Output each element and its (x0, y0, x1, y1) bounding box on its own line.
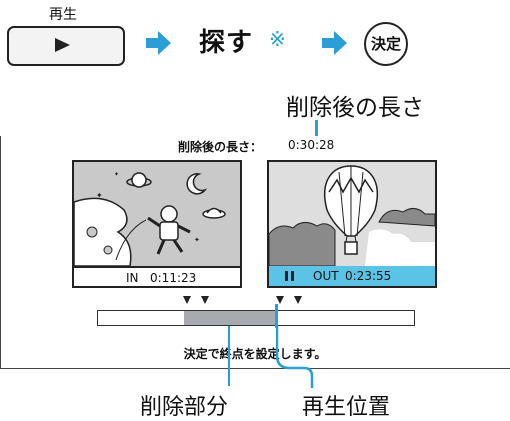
playhead[interactable] (275, 304, 278, 328)
space-scene-image: ✦ ✦ ✦ (74, 162, 240, 266)
deleted-segment (184, 311, 276, 325)
marker-icon (294, 296, 302, 304)
out-time-caption: OUT 0:23:55 (269, 266, 435, 286)
arrow-right-icon (146, 31, 171, 55)
svg-text:✦: ✦ (114, 171, 119, 178)
out-tag: OUT (313, 269, 339, 283)
in-point-frame: ✦ ✦ ✦ IN 0:11:23 (72, 160, 242, 288)
pause-icon-bar (291, 271, 294, 281)
panel-border (0, 136, 1, 368)
svg-text:✦: ✦ (194, 236, 200, 244)
callout-pointer (276, 326, 314, 388)
out-time: 0:23:55 (345, 269, 392, 283)
callout-pointer (315, 120, 318, 136)
callout-pointer (228, 326, 230, 386)
callout-deleted-part: 削除部分 (140, 395, 229, 420)
note-mark: ※ (269, 27, 286, 51)
play-icon (55, 38, 70, 52)
callout-play-position: 再生位置 (302, 395, 391, 420)
in-tag: IN (126, 271, 139, 285)
out-point-frame: OUT 0:23:55 (267, 160, 437, 288)
arrow-right-icon (322, 31, 347, 55)
marker-icon (201, 296, 209, 304)
in-time: 0:11:23 (150, 271, 197, 285)
play-caption: 再生 (49, 7, 77, 23)
panel-divider (0, 368, 510, 369)
status-message: 決定で終点を設定します。 (183, 347, 327, 361)
length-value: 0:30:28 (288, 138, 335, 152)
marker-icon (276, 296, 284, 304)
marker-icon (183, 296, 191, 304)
confirm-button[interactable]: 決定 (364, 22, 408, 66)
pause-icon (285, 271, 288, 281)
callout-length-after-delete: 削除後の長さ (286, 95, 424, 121)
length-label: 削除後の長さ： (178, 140, 263, 154)
in-time-caption: IN 0:11:23 (74, 266, 240, 286)
balloon-scene-image (269, 162, 435, 266)
search-label: 探す (199, 28, 254, 58)
svg-text:✦: ✦ (96, 191, 103, 200)
